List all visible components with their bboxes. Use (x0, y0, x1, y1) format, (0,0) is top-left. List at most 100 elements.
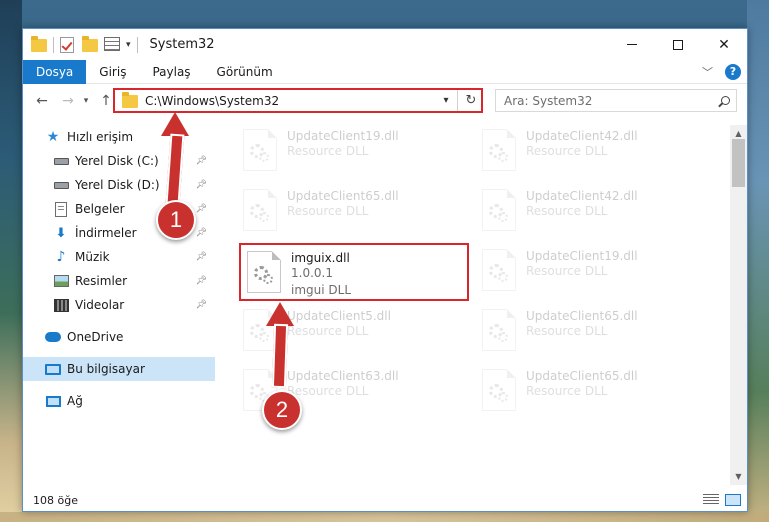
details-view-icon[interactable] (703, 494, 719, 506)
file-item[interactable]: UpdateClient65.dll Resource DLL (243, 187, 465, 239)
drive-icon (53, 153, 69, 169)
file-version: 1.0.0.1 (291, 266, 333, 280)
folder-icon (31, 35, 47, 53)
nav-item-onedrive[interactable]: OneDrive (23, 325, 215, 349)
nav-item-label: Videolar (75, 298, 125, 312)
back-arrow-icon[interactable]: ← (31, 90, 53, 112)
tab-paylas[interactable]: Paylaş (139, 60, 203, 84)
help-icon[interactable]: ? (725, 63, 741, 80)
nav-item-label: Resimler (75, 274, 128, 288)
file-item[interactable]: UpdateClient42.dll Resource DLL (482, 127, 704, 179)
search-box[interactable]: Ara: System32 (495, 89, 737, 112)
pin-icon: 📌︎ (195, 252, 207, 262)
document-icon (53, 201, 69, 217)
file-description: Resource DLL (526, 384, 608, 398)
step-1-badge: 1 (156, 200, 196, 240)
file-item[interactable]: UpdateClient65.dll Resource DLL (482, 367, 704, 419)
scrollbar-thumb[interactable] (732, 139, 745, 187)
drive-icon (53, 177, 69, 193)
dll-file-icon (243, 129, 277, 171)
large-icons-view-icon[interactable] (725, 494, 741, 506)
nav-item-label: İndirmeler (75, 226, 137, 240)
file-item[interactable]: UpdateClient19.dll Resource DLL (482, 247, 704, 299)
file-name: UpdateClient42.dll (526, 189, 638, 203)
pin-icon: 📌︎ (195, 204, 207, 214)
dll-file-icon (482, 189, 516, 231)
dll-file-icon (482, 309, 516, 351)
maximize-button[interactable] (655, 29, 701, 60)
file-explorer-window: ▾ System32 ✕ Dosya Giriş Paylaş Görünüm … (22, 28, 748, 512)
file-description: Resource DLL (526, 204, 608, 218)
step-2-badge: 2 (262, 390, 302, 430)
nav-item-label: Belgeler (75, 202, 125, 216)
desktop-background-bottom (0, 512, 769, 522)
customize-toolbar-chevron-icon[interactable]: ▾ (126, 40, 131, 50)
search-icon[interactable] (714, 94, 736, 108)
nav-item-label: Yerel Disk (C:) (75, 154, 159, 168)
arrow-1-head-icon (161, 112, 189, 136)
dll-file-icon (247, 251, 281, 293)
nav-item-pictures[interactable]: Resimler 📌︎ (23, 269, 215, 293)
dll-file-icon (482, 369, 516, 411)
title-bar: ▾ System32 ✕ (23, 29, 747, 60)
rename-list-icon[interactable] (104, 36, 120, 53)
quick-access-toolbar: ▾ (23, 29, 137, 60)
tab-dosya[interactable]: Dosya (23, 59, 87, 84)
file-description: Resource DLL (526, 324, 608, 338)
nav-item-label: OneDrive (67, 330, 124, 344)
pin-icon: 📌︎ (195, 276, 207, 286)
maximize-icon (673, 39, 683, 50)
file-description: Resource DLL (526, 264, 608, 278)
pin-icon: 📌︎ (195, 180, 207, 190)
file-description: Resource DLL (287, 144, 369, 158)
address-path[interactable]: C:\Windows\System32 (145, 94, 438, 108)
recent-locations-chevron-icon[interactable]: ▾ (79, 90, 93, 112)
toolbar-divider (53, 36, 54, 53)
tab-gorunum[interactable]: Görünüm (204, 60, 286, 84)
address-history-chevron-icon[interactable]: ▾ (438, 95, 454, 106)
file-item-imguix-dll[interactable]: imguix.dll 1.0.0.1 imgui DLL (239, 243, 469, 301)
file-description: Resource DLL (287, 204, 369, 218)
desktop-background-right (747, 0, 769, 522)
close-icon: ✕ (718, 36, 730, 53)
pictures-icon (53, 273, 69, 289)
nav-item-videos[interactable]: Videolar 📌︎ (23, 293, 215, 317)
scroll-down-arrow-icon[interactable]: ▼ (730, 468, 747, 485)
desktop-background-left (0, 0, 22, 522)
file-description: Resource DLL (287, 324, 369, 338)
close-button[interactable]: ✕ (701, 29, 747, 60)
navigation-pane: ★ Hızlı erişim Yerel Disk (C:) 📌︎ Yerel … (23, 125, 215, 480)
expand-ribbon-chevron-icon[interactable]: ﹀ (702, 64, 713, 80)
pin-icon: 📌︎ (195, 300, 207, 310)
nav-item-network[interactable]: Ağ (23, 389, 215, 413)
ribbon-tabs: Dosya Giriş Paylaş Görünüm ﹀ ? (23, 59, 747, 84)
minimize-button[interactable] (609, 29, 655, 60)
nav-item-label: Müzik (75, 250, 110, 264)
file-name: UpdateClient19.dll (526, 249, 638, 263)
nav-item-local-disk-c[interactable]: Yerel Disk (C:) 📌︎ (23, 149, 215, 173)
file-name: imguix.dll (291, 251, 350, 265)
search-placeholder[interactable]: Ara: System32 (504, 94, 714, 108)
refresh-icon[interactable]: ↻ (461, 93, 481, 108)
network-icon (45, 393, 61, 409)
nav-item-local-disk-d[interactable]: Yerel Disk (D:) 📌︎ (23, 173, 215, 197)
pin-icon: 📌︎ (195, 156, 207, 166)
vertical-scrollbar[interactable]: ▲ ▼ (730, 125, 747, 485)
file-name: UpdateClient63.dll (287, 369, 399, 383)
nav-item-this-pc[interactable]: Bu bilgisayar (23, 357, 215, 381)
arrow-2-head-icon (266, 302, 294, 326)
file-item[interactable]: UpdateClient42.dll Resource DLL (482, 187, 704, 239)
address-bar[interactable]: C:\Windows\System32 ▾ ↻ (113, 88, 483, 113)
properties-check-icon[interactable] (60, 36, 76, 53)
new-folder-icon[interactable] (82, 35, 98, 53)
cloud-icon (45, 329, 61, 345)
dll-file-icon (243, 189, 277, 231)
file-item[interactable]: UpdateClient65.dll Resource DLL (482, 307, 704, 359)
file-item[interactable]: UpdateClient19.dll Resource DLL (243, 127, 465, 179)
tab-giris[interactable]: Giriş (86, 60, 139, 84)
nav-item-label: Yerel Disk (D:) (75, 178, 160, 192)
forward-arrow-icon[interactable]: → (57, 90, 79, 112)
music-icon: ♪ (56, 249, 66, 265)
nav-item-music[interactable]: ♪ Müzik 📌︎ (23, 245, 215, 269)
file-description: Resource DLL (526, 144, 608, 158)
